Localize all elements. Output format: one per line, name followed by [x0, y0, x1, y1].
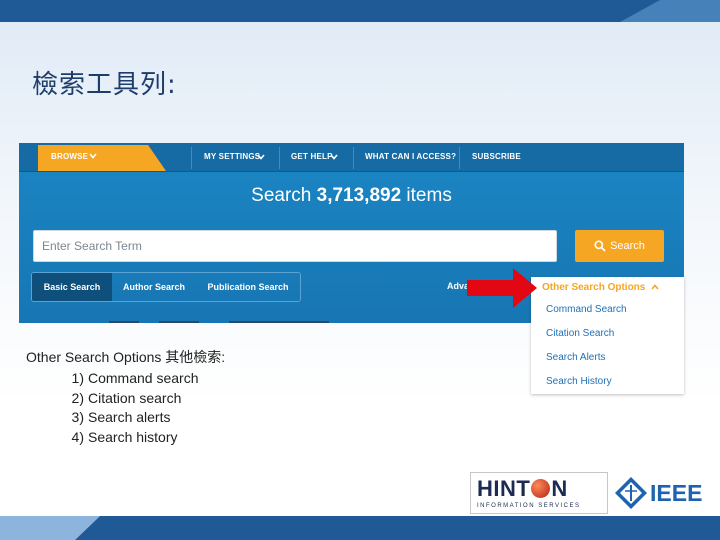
list-item: 3) Search alerts	[26, 408, 225, 428]
search-heading-prefix: Search	[251, 185, 317, 206]
top-navigation-bar: BROWSE MY SETTINGS GET HELP WHAT CAN I A…	[19, 143, 684, 172]
red-arrow-icon	[467, 268, 537, 308]
list-number: 4)	[71, 428, 84, 445]
chevron-down-icon	[257, 154, 265, 160]
list-text: Citation search	[88, 389, 182, 406]
browse-label[interactable]: BROWSE	[51, 143, 88, 171]
top-decoration-band	[0, 0, 720, 22]
chevron-up-icon	[651, 284, 659, 290]
search-input[interactable]: Enter Search Term	[33, 230, 557, 262]
list-text: Command search	[88, 370, 199, 386]
notes-block: Other Search Options 其他檢索: 1) Command sea…	[26, 347, 225, 447]
list-text: Search history	[88, 428, 178, 445]
list-number: 1)	[71, 370, 84, 386]
cropped-row-remnant	[109, 321, 329, 323]
tab-publication-search[interactable]: Publication Search	[196, 273, 300, 301]
slide-title: 檢索工具列:	[32, 70, 177, 100]
chevron-down-icon	[330, 154, 338, 160]
nav-divider	[459, 147, 460, 169]
other-search-options-toggle[interactable]: Other Search Options	[531, 277, 684, 299]
magnifier-icon	[594, 240, 606, 252]
notes-list: 1) Command search 2) Citation search 3) Sea…	[26, 369, 225, 447]
list-number: 2)	[71, 389, 84, 406]
search-alerts-link[interactable]: Search Alerts	[546, 352, 605, 363]
other-search-options-dropdown: Other Search Options Command Search Cita…	[531, 277, 684, 394]
ieee-diamond-icon	[615, 477, 647, 509]
command-search-link[interactable]: Command Search	[546, 304, 627, 315]
search-item-count: 3,713,892	[316, 185, 402, 206]
bottom-decoration-band	[0, 516, 720, 540]
advanced-search-link[interactable]: Adva	[447, 281, 469, 291]
hinton-wordmark: HINT N	[477, 476, 568, 502]
search-history-link[interactable]: Search History	[546, 376, 612, 387]
hinton-prefix: HINT	[477, 476, 531, 501]
citation-search-link[interactable]: Citation Search	[546, 328, 614, 339]
nav-divider	[279, 147, 280, 169]
list-item: 4) Search history	[26, 428, 225, 448]
nav-my-settings[interactable]: MY SETTINGS	[204, 143, 260, 171]
tab-author-search[interactable]: Author Search	[112, 273, 196, 301]
nav-subscribe[interactable]: SUBSCRIBE	[472, 143, 521, 171]
search-heading: Search 3,713,892 items	[19, 185, 684, 207]
ieee-logo: IEEE	[612, 476, 708, 510]
chevron-down-icon	[89, 153, 97, 159]
list-text: Search alerts	[88, 409, 171, 425]
search-button-label: Search	[610, 240, 645, 252]
nav-divider	[353, 147, 354, 169]
nav-divider	[191, 147, 192, 169]
search-button[interactable]: Search	[575, 230, 664, 262]
list-item: 1) Command search	[26, 369, 225, 389]
hinton-suffix: N	[551, 476, 568, 501]
hinton-globe-icon	[531, 479, 551, 498]
notes-title: Other Search Options 其他檢索:	[26, 349, 226, 365]
list-number: 3)	[71, 409, 84, 425]
nav-what-can-i-access[interactable]: WHAT CAN I ACCESS?	[365, 143, 456, 171]
hinton-logo: HINT N INFORMATION SERVICES	[470, 472, 608, 514]
list-item: 2) Citation search	[26, 389, 225, 409]
hinton-subtitle: INFORMATION SERVICES	[477, 503, 581, 509]
ieee-wordmark: IEEE	[650, 480, 703, 506]
search-type-tabs: Basic Search Author Search Publication S…	[31, 272, 301, 302]
dropdown-header-label: Other Search Options	[542, 282, 646, 293]
tab-basic-search[interactable]: Basic Search	[32, 273, 112, 301]
search-heading-suffix: items	[401, 185, 452, 206]
nav-get-help[interactable]: GET HELP	[291, 143, 333, 171]
